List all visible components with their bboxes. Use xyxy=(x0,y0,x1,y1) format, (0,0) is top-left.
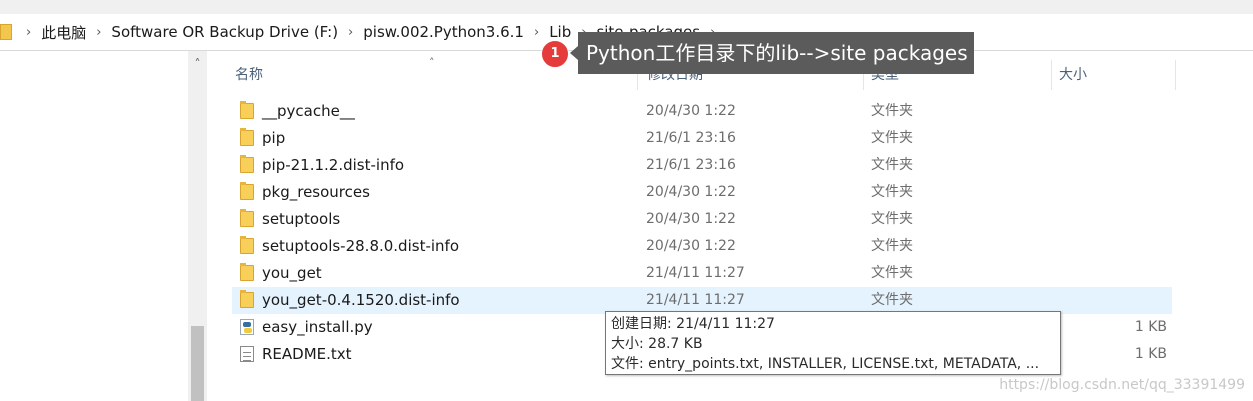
folder-icon xyxy=(240,209,254,227)
file-row[interactable]: __pycache__ 20/4/30 1:22 文件夹 xyxy=(232,98,1172,125)
folder-icon xyxy=(240,236,254,254)
file-row[interactable]: pip 21/6/1 23:16 文件夹 xyxy=(232,125,1172,152)
file-name: README.txt xyxy=(262,345,352,363)
file-type: 文件夹 xyxy=(871,238,913,254)
file-type: 文件夹 xyxy=(871,103,913,119)
chevron-right-icon[interactable]: › xyxy=(96,25,101,40)
annotation-callout: Python工作目录下的lib-->site packages xyxy=(578,32,974,74)
file-modified: 21/4/11 11:27 xyxy=(646,265,745,281)
file-modified: 20/4/30 1:22 xyxy=(646,184,736,200)
file-type: 文件夹 xyxy=(871,211,913,227)
column-divider[interactable] xyxy=(1175,60,1176,90)
folder-icon xyxy=(240,182,254,200)
file-type: 文件夹 xyxy=(871,184,913,200)
folder-icon xyxy=(240,128,254,146)
file-modified: 20/4/30 1:22 xyxy=(646,103,736,119)
folder-info-tooltip: 创建日期: 21/4/11 11:27 大小: 28.7 KB 文件: entr… xyxy=(605,311,1061,375)
text-file-icon xyxy=(240,346,254,362)
folder-icon xyxy=(240,290,254,308)
navigation-scrollbar[interactable]: ˄ xyxy=(188,51,207,401)
file-row[interactable]: you_get 21/4/11 11:27 文件夹 xyxy=(232,260,1172,287)
callout-step-badge: 1 xyxy=(541,40,569,68)
file-name: easy_install.py xyxy=(262,318,373,336)
column-divider[interactable] xyxy=(1051,60,1052,90)
chevron-right-icon[interactable]: › xyxy=(348,25,353,40)
tooltip-files: 文件: entry_points.txt, INSTALLER, LICENSE… xyxy=(611,356,1040,372)
file-name: pip xyxy=(262,129,286,147)
file-size: 1 KB xyxy=(1134,319,1167,335)
callout-pointer xyxy=(570,46,578,60)
file-name: pkg_resources xyxy=(262,183,370,201)
scroll-up-icon[interactable]: ˄ xyxy=(188,57,207,71)
tooltip-size: 大小: 28.7 KB xyxy=(611,336,703,352)
breadcrumb-item-drive[interactable]: Software OR Backup Drive (F:) xyxy=(111,23,338,41)
folder-icon xyxy=(0,24,12,40)
file-row-selected[interactable]: you_get-0.4.1520.dist-info 21/4/11 11:27… xyxy=(232,287,1172,314)
file-name: setuptools-28.8.0.dist-info xyxy=(262,237,459,255)
folder-icon xyxy=(240,263,254,281)
tooltip-created-date: 创建日期: 21/4/11 11:27 xyxy=(611,316,775,332)
scrollbar-thumb[interactable] xyxy=(191,326,204,401)
file-name: __pycache__ xyxy=(262,102,355,120)
file-type: 文件夹 xyxy=(871,265,913,281)
file-row[interactable]: setuptools 20/4/30 1:22 文件夹 xyxy=(232,206,1172,233)
breadcrumb-item-python-folder[interactable]: pisw.002.Python3.6.1 xyxy=(363,23,524,41)
file-size: 1 KB xyxy=(1134,346,1167,362)
window-top-band xyxy=(0,0,1253,14)
file-modified: 20/4/30 1:22 xyxy=(646,211,736,227)
column-header-name[interactable]: 名称 xyxy=(235,58,263,92)
chevron-right-icon[interactable]: › xyxy=(534,25,539,40)
file-name: you_get-0.4.1520.dist-info xyxy=(262,291,460,309)
file-row[interactable]: pip-21.1.2.dist-info 21/6/1 23:16 文件夹 xyxy=(232,152,1172,179)
watermark-url: https://blog.csdn.net/qq_33391499 xyxy=(999,377,1245,393)
python-file-icon xyxy=(240,319,254,335)
sort-ascending-icon: ˄ xyxy=(429,56,435,69)
breadcrumb-item-this-pc[interactable]: 此电脑 xyxy=(41,22,86,43)
file-type: 文件夹 xyxy=(871,157,913,173)
navigation-pane[interactable] xyxy=(0,51,188,401)
file-type: 文件夹 xyxy=(871,292,913,308)
folder-icon xyxy=(240,155,254,173)
file-row[interactable]: pkg_resources 20/4/30 1:22 文件夹 xyxy=(232,179,1172,206)
breadcrumb-item-lib[interactable]: Lib xyxy=(549,23,571,41)
file-modified: 21/6/1 23:16 xyxy=(646,157,736,173)
chevron-right-icon[interactable]: › xyxy=(26,25,31,40)
file-name: you_get xyxy=(262,264,322,282)
file-type: 文件夹 xyxy=(871,130,913,146)
file-name: pip-21.1.2.dist-info xyxy=(262,156,405,174)
folder-icon xyxy=(240,101,254,119)
file-modified: 21/6/1 23:16 xyxy=(646,130,736,146)
file-name: setuptools xyxy=(262,210,341,228)
file-modified: 20/4/30 1:22 xyxy=(646,238,736,254)
file-modified: 21/4/11 11:27 xyxy=(646,292,745,308)
column-header-size[interactable]: 大小 xyxy=(1059,58,1087,92)
file-row[interactable]: setuptools-28.8.0.dist-info 20/4/30 1:22… xyxy=(232,233,1172,260)
